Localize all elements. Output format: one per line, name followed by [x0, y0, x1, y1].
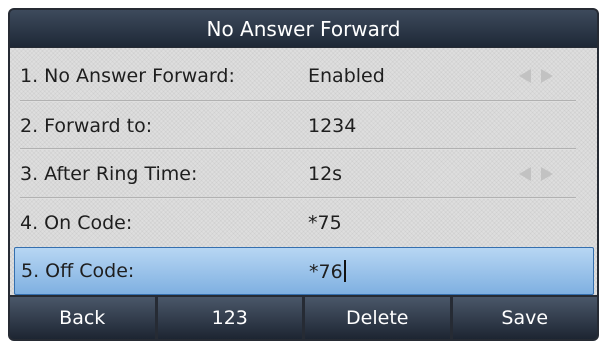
setting-label: 4. On Code: — [20, 212, 133, 234]
text-cursor — [343, 259, 346, 282]
setting-value: 1234 — [308, 115, 357, 137]
setting-label: 5. Off Code: — [21, 260, 135, 282]
setting-row-forward-to[interactable]: 2. Forward to: 1234 — [14, 102, 582, 150]
phone-screen: No Answer Forward 1. No Answer Forward: … — [0, 0, 606, 347]
arrow-right-icon[interactable] — [541, 69, 553, 83]
setting-value: *76 — [309, 260, 343, 283]
setting-label: 1. No Answer Forward: — [20, 65, 235, 87]
arrow-left-icon[interactable] — [519, 167, 531, 181]
option-switch[interactable] — [519, 69, 559, 83]
setting-row-on-code[interactable]: 4. On Code: *75 — [14, 199, 582, 247]
setting-value: 12s — [308, 163, 343, 185]
off-code-input[interactable]: *76 — [309, 259, 346, 283]
setting-label: 2. Forward to: — [20, 115, 153, 137]
setting-value: Enabled — [308, 65, 385, 87]
input-mode-button[interactable]: 123 — [157, 297, 302, 339]
option-switch[interactable] — [519, 167, 559, 181]
save-button[interactable]: Save — [452, 297, 597, 339]
arrow-right-icon[interactable] — [541, 167, 553, 181]
setting-label: 3. After Ring Time: — [20, 163, 198, 185]
setting-row-after-ring-time[interactable]: 3. After Ring Time: 12s — [14, 150, 582, 198]
back-button[interactable]: Back — [10, 297, 155, 339]
delete-button[interactable]: Delete — [305, 297, 450, 339]
setting-value: *75 — [308, 212, 342, 234]
arrow-left-icon[interactable] — [519, 69, 531, 83]
softkey-bar: Back 123 Delete Save — [10, 297, 597, 339]
page-title: No Answer Forward — [10, 10, 597, 47]
setting-row-off-code[interactable]: 5. Off Code: *76 — [14, 247, 594, 295]
setting-row-no-answer-forward[interactable]: 1. No Answer Forward: Enabled — [14, 52, 582, 100]
